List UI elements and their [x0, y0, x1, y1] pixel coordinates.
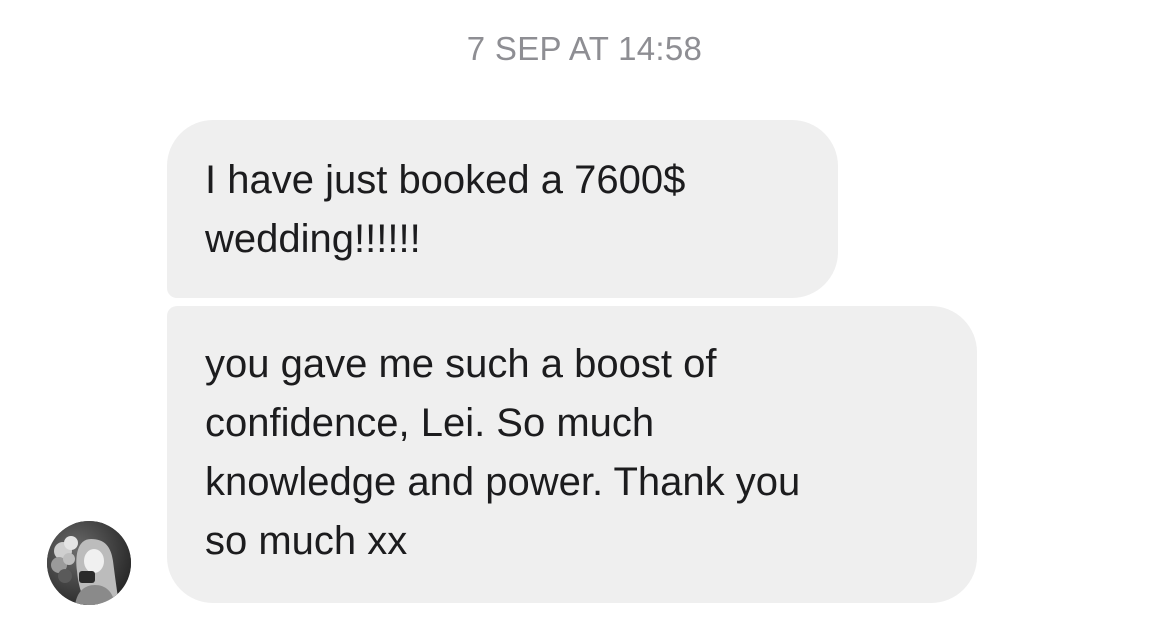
sender-avatar[interactable] [47, 521, 131, 605]
message-text: you gave me such a boost of confidence, … [205, 342, 801, 563]
profile-photo-icon [47, 521, 131, 605]
message-bubble[interactable]: you gave me such a boost of confidence, … [167, 306, 977, 603]
message-timestamp: 7 SEP AT 14:58 [466, 30, 703, 67]
message-text: I have just booked a 7600$ wedding!!!!!! [205, 158, 686, 261]
message-bubble[interactable]: I have just booked a 7600$ wedding!!!!!! [167, 120, 838, 298]
